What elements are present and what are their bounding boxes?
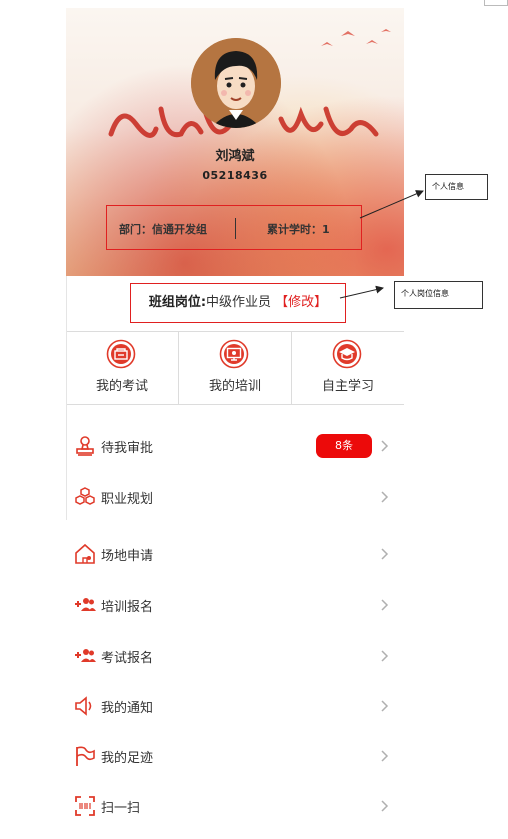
speaker-icon (75, 696, 92, 716)
study-hours-text: 累计学时：1 (267, 223, 330, 236)
position-value: 中级作业员 (206, 295, 272, 310)
chevron-right-icon (381, 750, 389, 762)
scan-icon (75, 796, 95, 816)
exam-icon (106, 339, 136, 369)
profile-screen: 刘鸿斌 05218436 部门：信通开发组 累计学时：1 班组岗位:中级作业员 … (66, 8, 404, 839)
graduation-cap-icon (332, 339, 362, 369)
birds-decoration (321, 29, 391, 46)
menu-item-scan[interactable]: 扫一扫 (74, 791, 396, 821)
approval-stamp-icon (76, 436, 94, 456)
menu-item-career-plan[interactable]: 职业规划 (74, 482, 396, 512)
position-label: 班组岗位: (148, 295, 207, 310)
chevron-right-icon (381, 599, 389, 611)
profile-header: 刘鸿斌 05218436 部门：信通开发组 累计学时：1 (66, 8, 404, 276)
menu-item-exam-signup[interactable]: 考试报名 (74, 641, 396, 671)
quick-self-study[interactable]: 自主学习 (291, 332, 404, 404)
team-position-row: 班组岗位:中级作业员 【修改】 (130, 283, 346, 323)
menu-label: 我的通知 (101, 701, 154, 716)
chevron-right-icon (381, 548, 389, 560)
user-name: 刘鸿斌 (215, 149, 255, 164)
chevron-right-icon (381, 440, 389, 452)
user-avatar[interactable] (191, 38, 281, 128)
menu-label: 场地申请 (101, 549, 154, 564)
chevron-right-icon (381, 700, 389, 712)
training-icon (219, 339, 249, 369)
department-text: 部门：信通开发组 (119, 223, 207, 236)
menu-label: 我的足迹 (101, 751, 154, 766)
avatar-illustration (191, 38, 281, 128)
menu-item-pending-approval[interactable]: 待我审批 8条 (74, 431, 396, 461)
quick-my-training[interactable]: 我的培训 (178, 332, 291, 404)
edit-position-link[interactable]: 【修改】 (275, 295, 327, 310)
quick-label-exams: 我的考试 (95, 379, 148, 394)
left-border-line (66, 276, 67, 520)
add-users-icon (75, 649, 96, 662)
pending-count-badge: 8条 (316, 434, 372, 458)
callout-personal-position: 个人岗位信息 (394, 281, 483, 309)
info-divider (235, 218, 236, 239)
quick-actions: 我的考试 我的培训 自主学习 (66, 331, 404, 405)
venue-house-icon (75, 543, 95, 564)
flag-icon (76, 746, 95, 766)
quick-label-training: 我的培训 (208, 379, 261, 394)
user-id: 05218436 (202, 169, 268, 182)
career-cubes-icon (75, 487, 95, 505)
menu-label: 扫一扫 (101, 801, 141, 816)
menu-item-training-signup[interactable]: 培训报名 (74, 590, 396, 620)
personal-info-box: 部门：信通开发组 累计学时：1 (106, 205, 362, 250)
menu-label: 考试报名 (101, 651, 154, 666)
add-users-icon (75, 598, 96, 611)
quick-my-exams[interactable]: 我的考试 (66, 332, 178, 404)
menu-item-my-footprints[interactable]: 我的足迹 (74, 741, 396, 771)
menu-label: 待我审批 (101, 441, 154, 456)
callout-personal-info: 个人信息 (425, 174, 488, 200)
chevron-right-icon (381, 650, 389, 662)
quick-label-self-study: 自主学习 (321, 379, 374, 394)
chevron-right-icon (381, 491, 389, 503)
menu-label: 培训报名 (101, 600, 154, 615)
chevron-right-icon (381, 800, 389, 812)
menu-item-venue-request[interactable]: 场地申请 (74, 539, 396, 569)
page-corner-mark (484, 0, 508, 6)
menu-item-my-notices[interactable]: 我的通知 (74, 691, 396, 721)
menu-label: 职业规划 (101, 492, 154, 507)
